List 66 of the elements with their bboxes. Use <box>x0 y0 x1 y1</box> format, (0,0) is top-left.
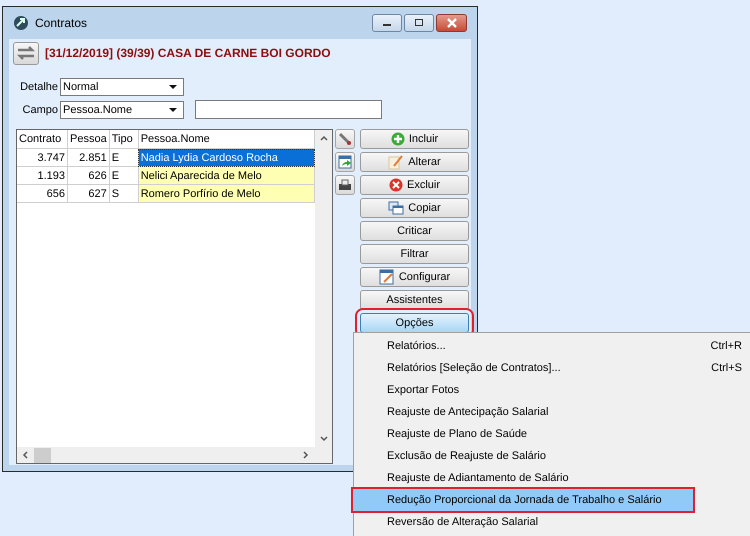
menu-item[interactable]: Relatórios [Seleção de Contratos]... Ctrl+S <box>354 357 750 379</box>
wrench-icon <box>338 132 352 146</box>
scroll-down-icon[interactable] <box>318 435 329 443</box>
horizontal-scrollbar[interactable] <box>17 447 332 463</box>
table-cell: S <box>109 184 138 202</box>
minimize-button[interactable] <box>372 14 402 32</box>
swap-arrows-icon <box>16 46 36 60</box>
menu-item[interactable]: Reajuste de Adiantamento de Salário <box>354 467 750 489</box>
menu-item[interactable]: Reversão de Alteração Salarial <box>354 511 750 533</box>
wrench-button[interactable] <box>335 129 355 149</box>
window-title: Contratos <box>35 16 88 30</box>
column-header[interactable]: Contrato <box>17 130 68 148</box>
filter-label: Campo <box>22 104 59 116</box>
menu-item[interactable]: Exclusão de Reajuste de Salário <box>354 445 750 467</box>
filter-label: Detalhe <box>19 80 59 92</box>
action-button[interactable]: Incluir <box>360 129 469 149</box>
maximize-icon <box>413 18 425 28</box>
maximize-button[interactable] <box>404 14 434 32</box>
edit-icon <box>388 154 404 170</box>
swap-button[interactable] <box>13 42 39 64</box>
table-cell: 2.851 <box>68 148 110 166</box>
column-header[interactable]: Pessoa <box>68 130 110 148</box>
printer-icon <box>338 178 352 192</box>
table-cell: 1.193 <box>17 166 68 184</box>
table-cell: Nadia Lydia Cardoso Rocha <box>138 148 315 166</box>
action-button[interactable]: Criticar <box>360 221 469 241</box>
menu-item[interactable]: Relatórios... Ctrl+R <box>354 335 750 357</box>
scroll-left-icon[interactable] <box>21 450 29 460</box>
action-button[interactable]: Configurar <box>360 267 469 287</box>
app-icon <box>13 15 29 31</box>
header-title: [31/12/2019] (39/39) CASA DE CARNE BOI GORDO <box>45 46 331 60</box>
action-button[interactable]: Assistentes <box>360 290 469 310</box>
caret-icon <box>169 108 177 112</box>
table-cell: 627 <box>68 184 110 202</box>
column-header[interactable]: Tipo <box>109 130 138 148</box>
table-cell: Romero Porfírio de Melo <box>138 184 315 202</box>
table-cell: 626 <box>68 166 110 184</box>
action-button[interactable]: Excluir <box>360 175 469 195</box>
caret-icon <box>169 84 177 88</box>
action-button[interactable]: Copiar <box>360 198 469 218</box>
menu-item[interactable]: Redução Proporcional da Jornada de Trabalho e Salário <box>353 489 693 511</box>
scroll-up-icon[interactable] <box>318 134 329 142</box>
close-icon <box>444 18 458 28</box>
scroll-right-icon[interactable] <box>302 450 310 460</box>
delete-icon <box>388 178 403 192</box>
plus-icon <box>390 132 405 146</box>
table-cell: 3.747 <box>17 148 68 166</box>
table-cell: Nelici Aparecida de Melo <box>138 166 315 184</box>
export-button[interactable] <box>335 152 355 172</box>
action-button[interactable]: Alterar <box>360 152 469 172</box>
menu-item[interactable]: Reajuste de Plano de Saúde <box>354 423 750 445</box>
close-button[interactable] <box>436 14 467 32</box>
dropdown[interactable]: Pessoa.Nome <box>60 100 184 118</box>
action-button[interactable]: Filtrar <box>360 244 469 264</box>
dropdown[interactable]: Normal <box>60 78 184 96</box>
search-field[interactable] <box>195 100 382 119</box>
vertical-scrollbar[interactable] <box>315 130 332 447</box>
menu-item[interactable]: Reajuste de Antecipação Salarial <box>354 401 750 423</box>
configure-icon <box>378 269 395 285</box>
copy-icon <box>388 201 404 215</box>
export-icon <box>338 155 352 169</box>
scroll-thumb[interactable] <box>34 448 51 462</box>
menu-item[interactable]: Exportar Fotos <box>354 379 750 401</box>
table-cell: E <box>109 166 138 184</box>
table-cell: 656 <box>17 184 68 202</box>
print-button[interactable] <box>335 175 355 195</box>
